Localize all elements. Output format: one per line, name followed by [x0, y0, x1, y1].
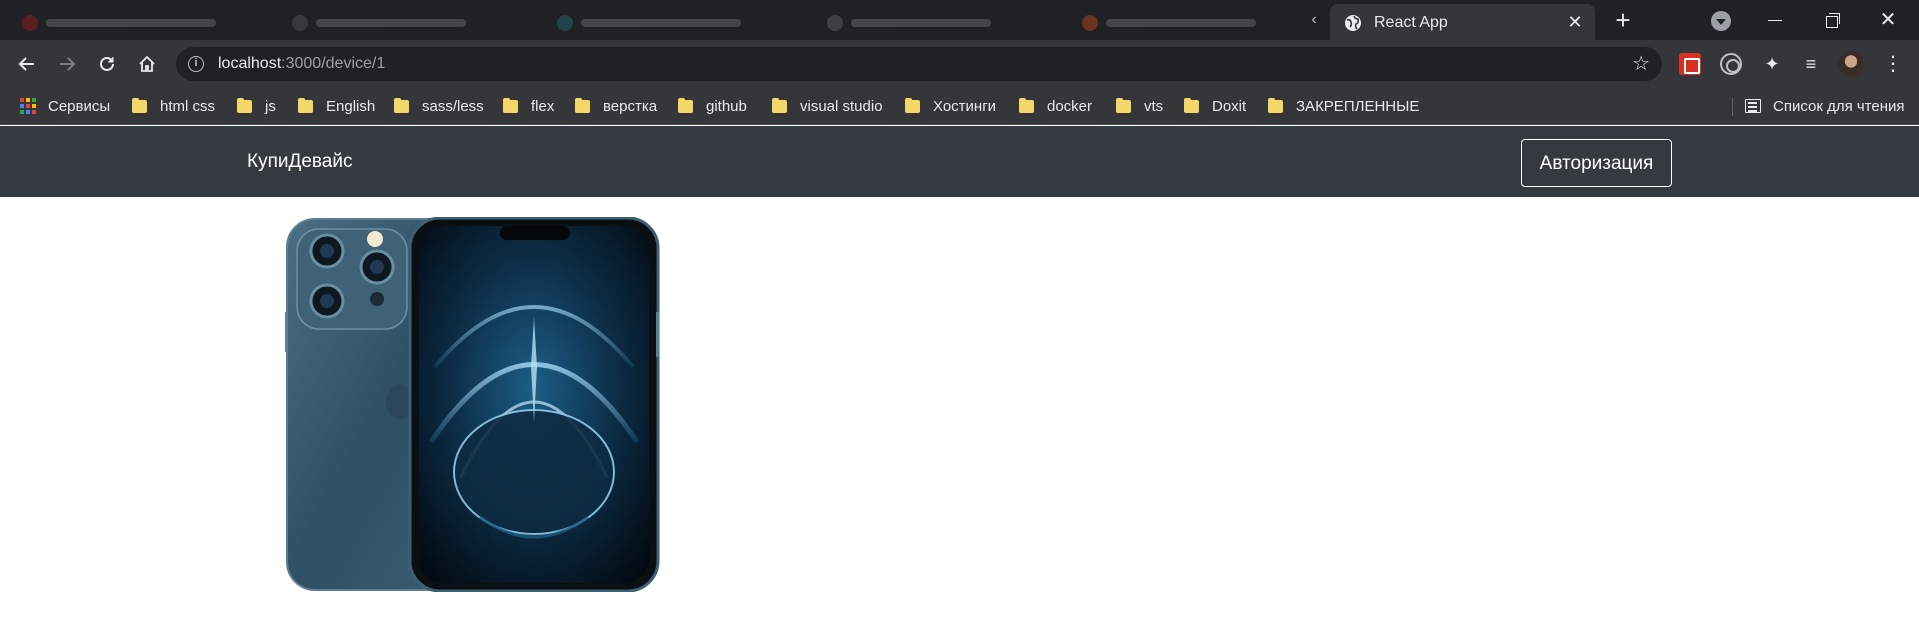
tab-favicon-icon — [292, 15, 308, 31]
tab-favicon-icon — [1082, 15, 1098, 31]
tab-favicon-icon — [827, 15, 843, 31]
bookmark-folder[interactable]: js — [237, 95, 276, 117]
tab-title: React App — [1374, 14, 1448, 31]
folder-icon — [575, 97, 590, 113]
active-tab[interactable]: React App ✕ — [1330, 4, 1595, 40]
bookmark-folder[interactable]: sass/less — [394, 95, 484, 117]
reading-list-button[interactable]: Список для чтения — [1745, 95, 1905, 117]
url-path: :3000/device/1 — [281, 55, 386, 72]
globe-icon — [1345, 15, 1361, 31]
forward-arrow-icon[interactable] — [51, 48, 83, 80]
folder-icon — [1184, 97, 1199, 113]
bookmark-folder[interactable]: vts — [1116, 95, 1163, 117]
reload-icon[interactable] — [91, 48, 123, 80]
tab-title-placeholder — [46, 19, 216, 27]
tab-search-icon[interactable] — [1711, 11, 1731, 31]
extension-target-icon[interactable] — [1720, 53, 1742, 75]
media-control-icon[interactable]: ≡ — [1800, 53, 1822, 75]
bookmark-star-icon[interactable]: ☆ — [1632, 52, 1650, 76]
bookmark-folder[interactable]: English — [298, 95, 375, 117]
folder-icon — [132, 97, 147, 113]
folder-icon — [905, 97, 920, 113]
bookmark-label: Сервисы — [48, 97, 111, 115]
extension-red-icon[interactable] — [1679, 53, 1701, 75]
bookmark-label: docker — [1047, 97, 1093, 115]
bookmark-label: flex — [531, 97, 555, 115]
tab-title-placeholder — [316, 19, 466, 27]
bookmark-folder[interactable]: github — [678, 95, 747, 117]
url-host: localhost — [218, 55, 282, 72]
extensions-puzzle-icon[interactable]: ✦ — [1761, 53, 1783, 75]
site-info-icon[interactable]: i — [188, 56, 204, 72]
bookmark-folder[interactable]: верстка — [575, 95, 657, 117]
tab-scroll-left-icon[interactable]: ‹ — [1306, 10, 1322, 30]
background-tab[interactable] — [10, 6, 260, 40]
folder-icon — [1268, 97, 1283, 113]
bookmark-folder[interactable]: flex — [503, 95, 554, 117]
apps-grid-icon — [20, 98, 36, 114]
reading-list-icon — [1745, 99, 1761, 113]
bookmark-label: vts — [1144, 97, 1164, 115]
smartphone-image — [285, 217, 660, 592]
tab-title-placeholder — [581, 19, 741, 27]
home-icon[interactable] — [131, 48, 163, 80]
tab-title-placeholder — [851, 19, 991, 27]
address-bar[interactable]: i localhost:3000/device/1 ☆ — [176, 47, 1662, 81]
background-tab[interactable] — [815, 6, 1055, 40]
bookmark-folder[interactable]: visual studio — [772, 95, 883, 117]
browser-toolbar: i localhost:3000/device/1 ☆ ✦ ≡ ⋮ — [0, 40, 1919, 88]
bookmark-folder[interactable]: ЗАКРЕПЛЕННЫЕ — [1268, 95, 1419, 117]
profile-avatar[interactable] — [1838, 51, 1864, 77]
background-tab[interactable] — [1070, 6, 1300, 40]
app-navbar: КупиДевайс Авторизация — [0, 126, 1919, 197]
folder-icon — [1116, 97, 1131, 113]
back-arrow-icon[interactable] — [11, 48, 43, 80]
tab-favicon-icon — [22, 15, 38, 31]
folder-icon — [772, 97, 787, 113]
brand-link[interactable]: КупиДевайс — [247, 150, 352, 174]
bookmark-label: sass/less — [422, 97, 484, 115]
bookmark-label: верстка — [603, 97, 658, 115]
bookmark-label: ЗАКРЕПЛЕННЫЕ — [1296, 97, 1420, 115]
bookmark-folder[interactable]: docker — [1019, 95, 1092, 117]
login-button[interactable]: Авторизация — [1521, 139, 1672, 187]
tab-title-placeholder — [1106, 19, 1256, 27]
device-page — [0, 197, 1919, 642]
folder-icon — [1019, 97, 1034, 113]
reading-list-label: Список для чтения — [1773, 97, 1905, 115]
folder-icon — [298, 97, 313, 113]
window-close-button[interactable]: ✕ — [1866, 4, 1910, 36]
bookmark-folder[interactable]: html css — [132, 95, 215, 117]
folder-icon — [394, 97, 409, 113]
bookmark-label: github — [706, 97, 747, 115]
bookmark-label: html css — [160, 97, 216, 115]
restore-button[interactable] — [1810, 4, 1854, 36]
bookmark-label: visual studio — [800, 97, 883, 115]
background-tab[interactable] — [545, 6, 795, 40]
bookmark-label: Хостинги — [933, 97, 997, 115]
folder-icon — [503, 97, 518, 113]
folder-icon — [678, 97, 693, 113]
bookmark-label: Doxit — [1212, 97, 1247, 115]
bookmarks-bar: Сервисы html css js English sass/less fl… — [0, 88, 1919, 125]
close-icon[interactable]: ✕ — [1565, 12, 1585, 32]
address-url[interactable]: localhost:3000/device/1 — [218, 54, 385, 74]
bookmarks-divider — [1732, 98, 1733, 116]
bookmark-label: js — [265, 97, 276, 115]
browser-tabstrip: ‹ React App ✕ + ✕ — [0, 0, 1919, 40]
folder-icon — [237, 97, 252, 113]
minimize-button[interactable] — [1752, 4, 1796, 36]
bookmark-label: English — [326, 97, 376, 115]
background-tab[interactable] — [280, 6, 530, 40]
new-tab-button[interactable]: + — [1610, 7, 1636, 34]
bookmark-services[interactable]: Сервисы — [20, 95, 110, 117]
bookmark-folder[interactable]: Doxit — [1184, 95, 1246, 117]
kebab-menu-icon[interactable]: ⋮ — [1882, 53, 1904, 75]
bookmark-folder[interactable]: Хостинги — [905, 95, 996, 117]
tab-favicon-icon — [557, 15, 573, 31]
